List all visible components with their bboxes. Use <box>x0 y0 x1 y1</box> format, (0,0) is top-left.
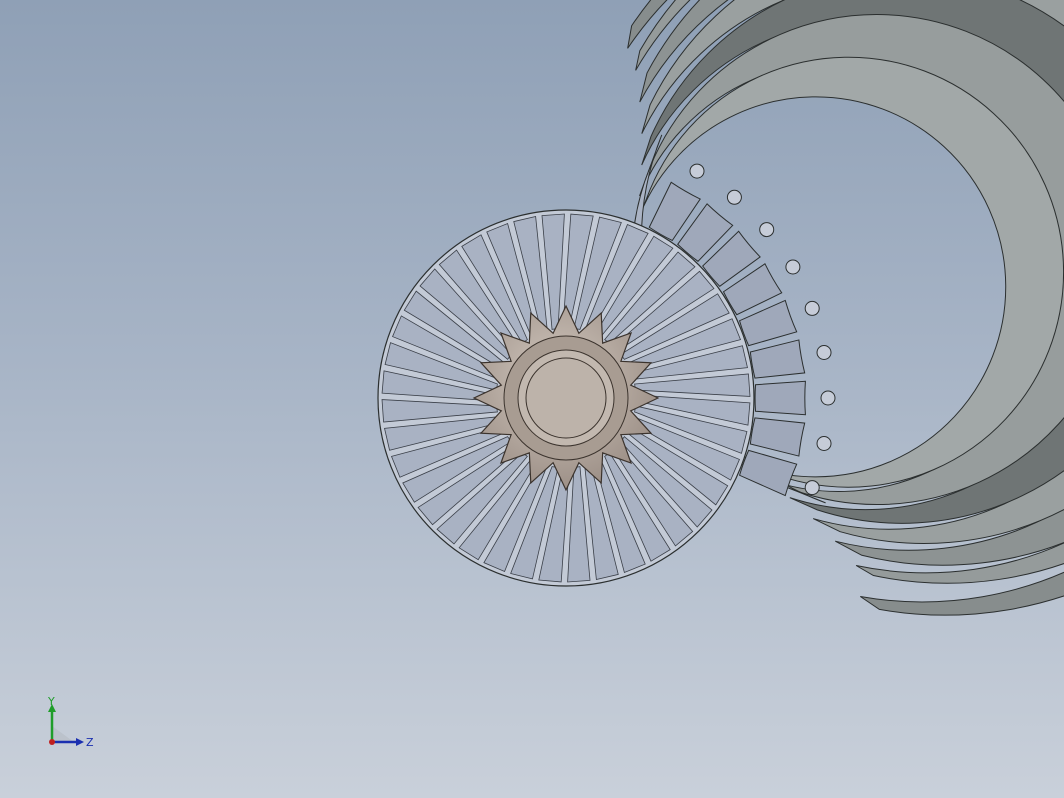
stator-slot <box>689 163 705 179</box>
graphics-viewport[interactable]: Y Z <box>0 0 1064 798</box>
stator-slot <box>816 345 832 361</box>
stator-slot <box>816 435 832 451</box>
stator-slot <box>759 222 775 238</box>
stator-slot <box>820 390 836 406</box>
stator-segment[interactable] <box>738 449 798 497</box>
center-gear <box>472 304 660 492</box>
stator-slot <box>804 480 820 496</box>
axis-triad: Y Z <box>38 695 98 756</box>
turbine-model[interactable] <box>0 0 1064 798</box>
stator-segment[interactable] <box>754 380 806 416</box>
stator-segment[interactable] <box>749 417 806 457</box>
y-axis-label: Y <box>47 696 55 708</box>
gear-bore[interactable] <box>525 357 607 439</box>
stator-slot <box>785 259 801 275</box>
origin-dot <box>49 739 55 745</box>
z-axis-label: Z <box>86 736 94 749</box>
stator-slot <box>804 300 820 316</box>
stator-segment[interactable] <box>749 339 806 379</box>
z-axis-arrowhead <box>76 738 84 746</box>
triad-plane-icon <box>52 726 74 742</box>
stator-slot <box>726 189 742 205</box>
